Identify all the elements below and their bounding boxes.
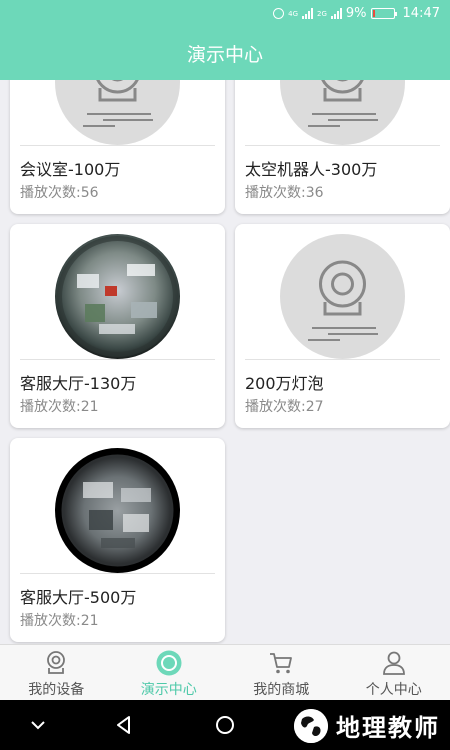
play-count: 播放次数:21 bbox=[20, 399, 99, 415]
cart-icon bbox=[270, 653, 293, 674]
fisheye-image bbox=[55, 234, 180, 359]
network-type-label-1: 4G bbox=[288, 9, 299, 18]
home-icon[interactable] bbox=[213, 713, 237, 737]
play-count: 播放次数:36 bbox=[245, 185, 324, 201]
card-title: 200万灯泡 bbox=[245, 374, 324, 393]
bottom-nav: 我的设备 演示中心 我的商城 个人中心 bbox=[0, 644, 450, 700]
play-circle-icon bbox=[156, 650, 182, 676]
camera-placeholder-thumbnail bbox=[235, 224, 450, 359]
nav-label: 个人中心 bbox=[365, 682, 422, 698]
demo-list[interactable]: 会议室-100万 播放次数:56 太空机器人-300万 播放次数:36 客服大厅… bbox=[0, 80, 450, 644]
globe-logo bbox=[294, 708, 328, 743]
camera-placeholder-thumbnail bbox=[10, 80, 225, 145]
camera-icon bbox=[47, 651, 66, 674]
person-icon bbox=[382, 651, 405, 675]
fisheye-office-thumbnail bbox=[10, 224, 225, 359]
demo-card[interactable]: 200万灯泡 播放次数:27 bbox=[235, 224, 450, 428]
card-title: 太空机器人-300万 bbox=[245, 160, 378, 179]
watermark-text: 地理教师 bbox=[336, 713, 440, 742]
back-icon[interactable] bbox=[112, 713, 136, 737]
play-count: 播放次数:56 bbox=[20, 185, 99, 201]
camera-placeholder-thumbnail bbox=[235, 80, 450, 145]
battery-percent: 9% bbox=[345, 6, 367, 21]
nav-label: 我的设备 bbox=[28, 682, 85, 698]
nav-label: 我的商城 bbox=[253, 682, 310, 698]
card-title: 客服大厅-130万 bbox=[20, 374, 137, 393]
demo-card[interactable]: 客服大厅-130万 播放次数:21 bbox=[10, 224, 225, 428]
nav-personal-center[interactable]: 个人中心 bbox=[338, 645, 450, 700]
signal-icon bbox=[302, 8, 314, 19]
chevron-down-icon[interactable] bbox=[26, 713, 50, 737]
page-header: 演示中心 bbox=[0, 30, 450, 80]
watermark: 地理教师 bbox=[294, 708, 440, 743]
nav-demo-center[interactable]: 演示中心 bbox=[113, 645, 226, 700]
camera-placeholder-icon bbox=[55, 80, 180, 145]
nav-my-devices[interactable]: 我的设备 bbox=[0, 645, 113, 700]
page-title: 演示中心 bbox=[186, 44, 263, 66]
demo-card[interactable]: 会议室-100万 播放次数:56 bbox=[10, 80, 225, 214]
battery-icon bbox=[370, 8, 397, 19]
card-divider bbox=[20, 573, 215, 574]
network-type-label-2: 2G bbox=[317, 9, 327, 18]
nav-my-store[interactable]: 我的商城 bbox=[225, 645, 338, 700]
alarm-icon bbox=[273, 8, 285, 19]
globe-logo-graphic bbox=[294, 708, 328, 743]
nav-label: 演示中心 bbox=[140, 682, 197, 698]
fisheye-office-thumbnail bbox=[10, 438, 225, 573]
card-title: 会议室-100万 bbox=[20, 160, 121, 179]
demo-card[interactable]: 太空机器人-300万 播放次数:36 bbox=[235, 80, 450, 214]
fisheye-image bbox=[55, 448, 180, 573]
card-divider bbox=[245, 359, 440, 360]
card-divider bbox=[245, 145, 440, 146]
status-bar: 4G 2G 9% 14:47 bbox=[0, 0, 450, 30]
signal-icon-2 bbox=[330, 8, 342, 19]
demo-card[interactable]: 客服大厅-500万 播放次数:21 bbox=[10, 438, 225, 642]
play-count: 播放次数:27 bbox=[245, 399, 324, 415]
clock: 14:47 bbox=[402, 6, 440, 21]
card-divider bbox=[20, 145, 215, 146]
play-count: 播放次数:21 bbox=[20, 613, 99, 629]
camera-placeholder-icon bbox=[280, 234, 405, 359]
card-title: 客服大厅-500万 bbox=[20, 588, 137, 607]
camera-placeholder-icon bbox=[280, 80, 405, 145]
system-nav-bar: 地理教师 bbox=[0, 700, 450, 750]
card-divider bbox=[20, 359, 215, 360]
